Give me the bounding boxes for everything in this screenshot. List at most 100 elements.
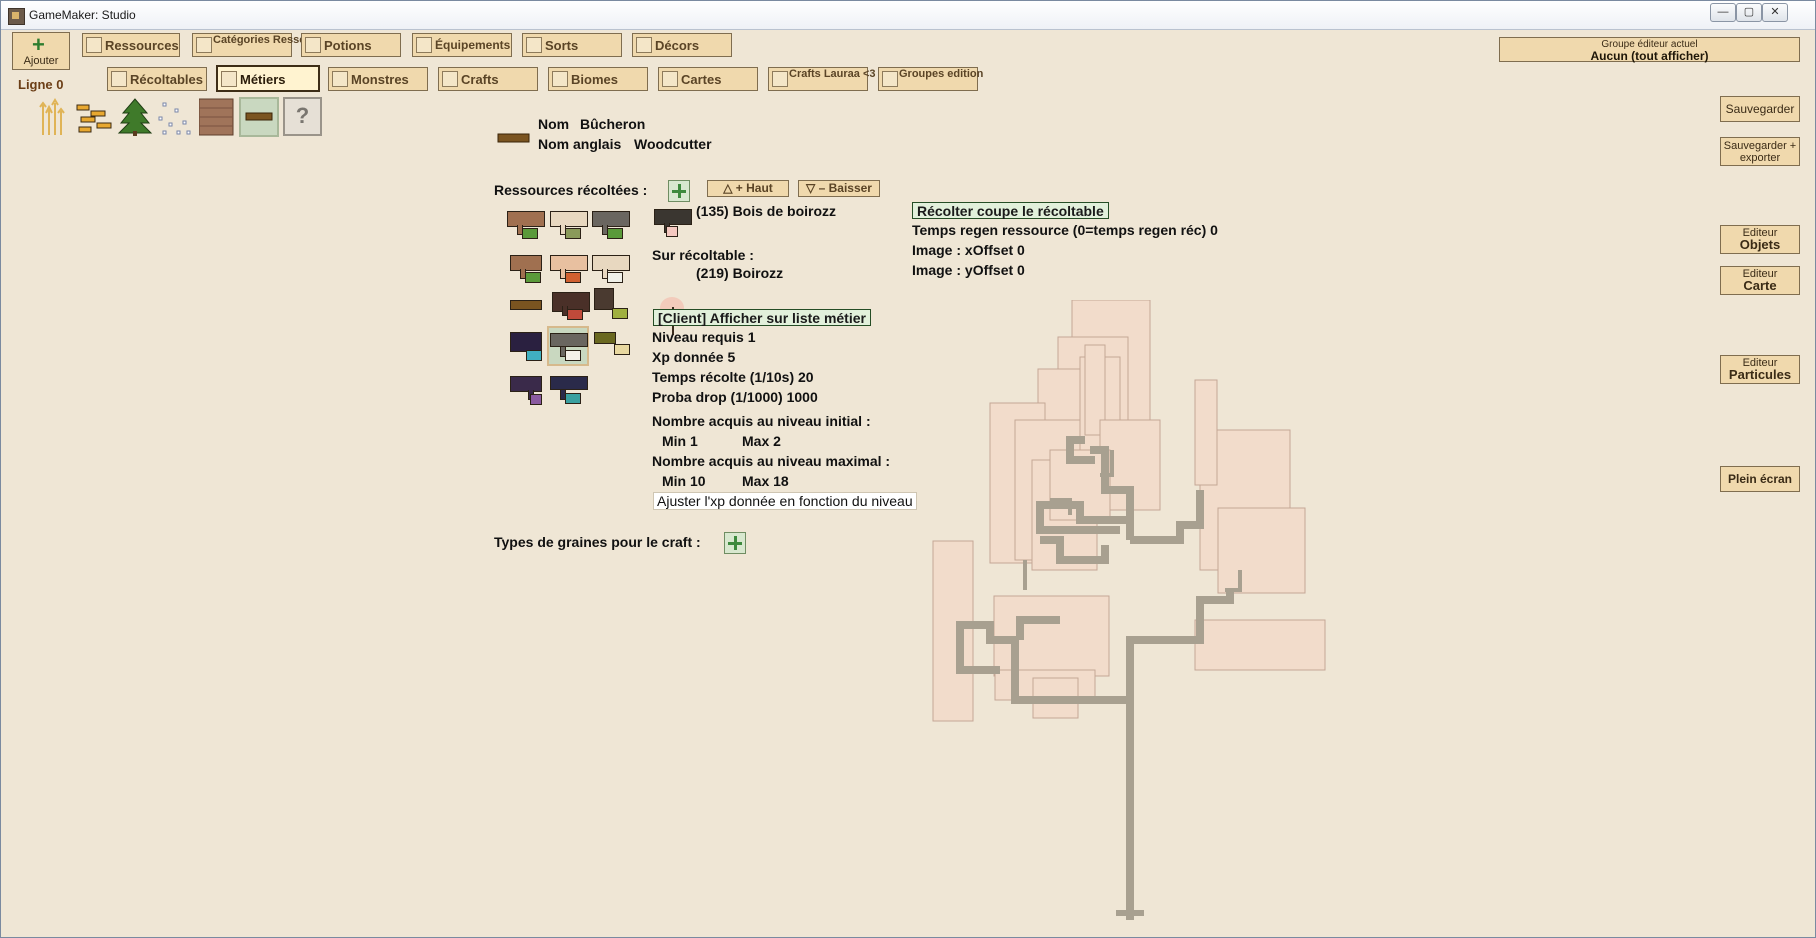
checkbox-icon xyxy=(86,37,102,53)
maximize-button[interactable]: ▢ xyxy=(1736,3,1762,22)
selected-resource-icon xyxy=(654,209,694,239)
tab-biomes[interactable]: Biomes xyxy=(548,67,648,91)
add-button[interactable]: + Ajouter xyxy=(12,32,70,70)
resource-item-icon[interactable] xyxy=(594,332,634,362)
y-offset[interactable]: Image : yOffset 0 xyxy=(912,262,1025,278)
maximal-max[interactable]: Max 18 xyxy=(742,473,789,489)
add-seed-button[interactable] xyxy=(724,532,746,554)
group-editor-selector[interactable]: Groupe éditeur actuel Aucun (tout affich… xyxy=(1499,37,1800,63)
window-title: GameMaker: Studio xyxy=(29,8,136,22)
resource-item-icon[interactable] xyxy=(510,300,550,330)
wheat-icon[interactable] xyxy=(35,97,75,137)
fullscreen-button[interactable]: Plein écran xyxy=(1720,466,1800,492)
save-button[interactable]: Sauvegarder xyxy=(1720,96,1800,122)
seeds-label: Types de graines pour le craft : xyxy=(494,534,701,550)
row-indicator: Ligne 0 xyxy=(18,77,64,92)
resource-item-icon[interactable] xyxy=(552,292,592,322)
checkbox-icon xyxy=(882,71,898,87)
resource-item-icon[interactable] xyxy=(510,376,550,406)
harvest-time[interactable]: Temps récolte (1/10s) 20 xyxy=(652,369,814,385)
close-button[interactable]: ✕ xyxy=(1762,3,1788,22)
checkbox-icon xyxy=(305,37,321,53)
resource-item-icon[interactable] xyxy=(510,332,550,362)
gamemaker-icon xyxy=(8,8,25,25)
acquired-initial-label: Nombre acquis au niveau initial : xyxy=(652,413,871,429)
tab-decors[interactable]: Décors xyxy=(632,33,732,57)
checkbox-icon xyxy=(221,71,237,87)
checkbox-icon xyxy=(662,71,678,87)
tab-potions[interactable]: Potions xyxy=(301,33,401,57)
minimize-button[interactable]: — xyxy=(1710,3,1736,22)
english-name-value[interactable]: Woodcutter xyxy=(634,136,712,152)
plus-icon: + xyxy=(32,32,45,57)
resource-item-icon[interactable] xyxy=(594,288,634,319)
initial-max[interactable]: Max 2 xyxy=(742,433,781,449)
maximal-min[interactable]: Min 10 xyxy=(662,473,706,489)
triangle-up-icon: △ xyxy=(723,181,733,195)
resource-item-icon[interactable] xyxy=(507,211,547,241)
harvestable-tree-preview xyxy=(932,300,1326,920)
resource-item-icon[interactable] xyxy=(510,255,550,285)
checkbox-icon xyxy=(332,71,348,87)
tab-groupes-edition[interactable]: Groupes edition xyxy=(878,67,983,91)
pine-tree-icon[interactable] xyxy=(115,97,155,137)
editor-objects-button[interactable]: Editeur Objets xyxy=(1720,225,1800,254)
resource-item-icon[interactable] xyxy=(550,211,590,241)
move-down-button[interactable]: ▽ – Baisser xyxy=(798,180,880,197)
add-resource-button[interactable] xyxy=(668,180,690,202)
checkbox-icon xyxy=(636,37,652,53)
plank-icon[interactable] xyxy=(239,97,279,137)
name-value[interactable]: Bûcheron xyxy=(580,116,645,132)
brick-wall-icon[interactable] xyxy=(198,97,239,137)
resources-label: Ressources récoltées : xyxy=(494,182,648,198)
title-bar: GameMaker: Studio — ▢ ✕ xyxy=(1,1,1815,30)
dots-icon[interactable] xyxy=(155,97,195,137)
xp-given[interactable]: Xp donnée 5 xyxy=(652,349,735,365)
english-name-label: Nom anglais xyxy=(538,136,622,152)
checkbox-icon xyxy=(111,71,127,87)
editor-client-area: + Ajouter Ligne 0 Ressources Catégories … xyxy=(2,30,1814,936)
triangle-down-icon: ▽ xyxy=(806,181,816,195)
resource-item-icon[interactable] xyxy=(592,211,632,241)
harvestable-name[interactable]: (219) Boirozz xyxy=(696,265,783,281)
bricks-icon[interactable] xyxy=(75,97,115,137)
show-on-list-toggle[interactable]: [Client] Afficher sur liste métier xyxy=(653,309,871,326)
tab-ressources[interactable]: Ressources xyxy=(82,33,180,57)
tab-recoltables[interactable]: Récoltables xyxy=(107,67,207,91)
save-export-button[interactable]: Sauvegarder + exporter xyxy=(1720,137,1800,166)
tab-equipements[interactable]: Équipements xyxy=(412,33,512,57)
add-button-label: Ajouter xyxy=(23,55,59,67)
tab-metiers[interactable]: Métiers xyxy=(216,65,320,92)
on-harvestable-label: Sur récoltable : xyxy=(652,247,754,263)
initial-min[interactable]: Min 1 xyxy=(662,433,698,449)
selected-resource-name[interactable]: (135) Bois de boirozz xyxy=(696,203,836,219)
resource-item-icon[interactable] xyxy=(550,376,590,406)
resource-item-icon[interactable] xyxy=(550,333,590,363)
plank-icon xyxy=(497,133,530,143)
resource-item-icon[interactable] xyxy=(592,255,632,285)
regen-time[interactable]: Temps regen ressource (0=temps regen réc… xyxy=(912,222,1218,238)
cut-harvestable-toggle[interactable]: Récolter coupe le récoltable xyxy=(912,202,1109,219)
tab-crafts[interactable]: Crafts xyxy=(438,67,538,91)
drop-probability[interactable]: Proba drop (1/1000) 1000 xyxy=(652,389,818,405)
checkbox-icon xyxy=(772,71,788,87)
tab-cartes[interactable]: Cartes xyxy=(658,67,758,91)
tab-crafts-lauraa[interactable]: Crafts Lauraa <3 xyxy=(768,67,876,91)
application-window: GameMaker: Studio — ▢ ✕ + Ajouter Ligne … xyxy=(0,0,1816,938)
x-offset[interactable]: Image : xOffset 0 xyxy=(912,242,1025,258)
level-required[interactable]: Niveau requis 1 xyxy=(652,329,756,345)
tab-monstres[interactable]: Monstres xyxy=(328,67,428,91)
resource-item-icon[interactable] xyxy=(550,255,590,285)
name-label: Nom xyxy=(538,116,570,132)
tab-sorts[interactable]: Sorts xyxy=(522,33,622,57)
checkbox-icon xyxy=(442,71,458,87)
editor-particles-button[interactable]: Editeur Particules xyxy=(1720,355,1800,384)
tab-categories-ressources[interactable]: Catégories Ressources xyxy=(192,33,335,57)
checkbox-icon xyxy=(526,37,542,53)
unknown-icon[interactable]: ? xyxy=(283,97,322,136)
editor-map-button[interactable]: Editeur Carte xyxy=(1720,266,1800,295)
checkbox-icon xyxy=(552,71,568,87)
adjust-xp-toggle[interactable]: Ajuster l'xp donnée en fonction du nivea… xyxy=(653,492,917,510)
move-up-button[interactable]: △ + Haut xyxy=(707,180,789,197)
checkbox-icon xyxy=(196,37,212,53)
